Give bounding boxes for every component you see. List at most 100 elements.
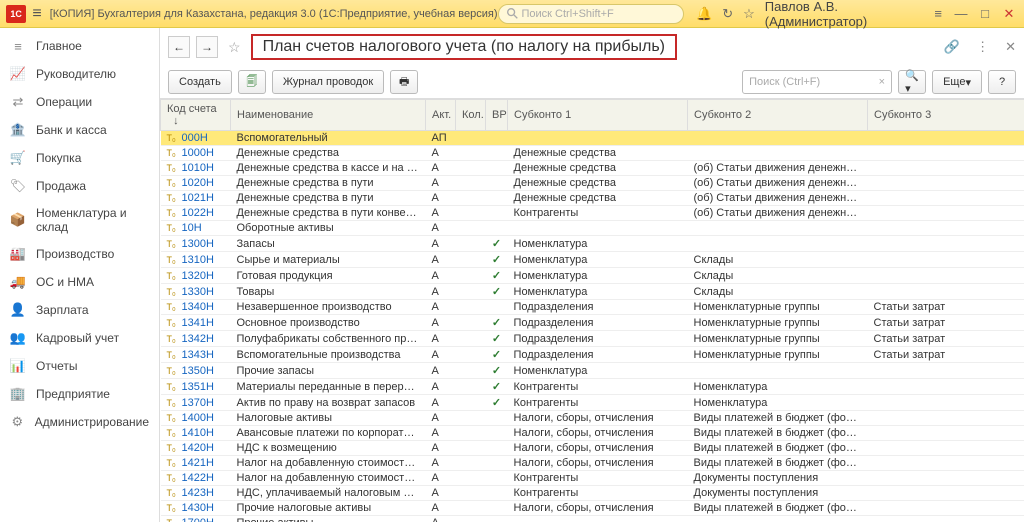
table-row[interactable]: T₀1351Н Материалы переданные в переработ… <box>161 379 1024 395</box>
table-row[interactable]: T₀1000Н Денежные средства А Денежные сре… <box>161 146 1024 161</box>
minimize-button[interactable]: — <box>952 6 970 22</box>
accounts-grid[interactable]: Код счета ↓ Наименование Акт. Кол. ВР Су… <box>160 98 1024 522</box>
sidebar-item-4[interactable]: 🛒Покупка <box>0 144 159 172</box>
account-sub1: Контрагенты <box>508 486 688 501</box>
table-row[interactable]: T₀1340Н Незавершенное производство А Под… <box>161 300 1024 315</box>
table-row[interactable]: T₀1400Н Налоговые активы А Налоги, сборы… <box>161 411 1024 426</box>
maximize-button[interactable]: □ <box>976 6 994 22</box>
header-act[interactable]: Акт. <box>426 100 456 131</box>
create-button[interactable]: Создать <box>168 70 232 94</box>
account-code: 1340Н <box>182 301 214 313</box>
sidebar-item-3[interactable]: 🏦Банк и касса <box>0 116 159 144</box>
table-row[interactable]: T₀1700Н Прочие активы А <box>161 516 1024 522</box>
user-label[interactable]: Павлов А.В. (Администратор) <box>765 0 925 29</box>
print-button[interactable]: 🖶 <box>390 70 418 94</box>
close-button[interactable]: ✕ <box>1000 6 1018 22</box>
clear-icon[interactable]: × <box>879 76 885 88</box>
account-act: А <box>426 395 456 411</box>
sidebar-item-1[interactable]: 📈Руководителю <box>0 60 159 88</box>
header-sub1[interactable]: Субконто 1 <box>508 100 688 131</box>
bell-icon[interactable]: 🔔 <box>696 6 712 22</box>
header-sub3[interactable]: Субконто 3 <box>868 100 1024 131</box>
table-row[interactable]: T₀1343Н Вспомогательные производства А ✓… <box>161 347 1024 363</box>
star-icon[interactable]: ☆ <box>743 6 755 22</box>
table-row[interactable]: T₀000Н Вспомогательный АП <box>161 131 1024 146</box>
sidebar-item-10[interactable]: 👥Кадровый учет <box>0 324 159 352</box>
journal-button[interactable]: Журнал проводок <box>272 70 384 94</box>
table-row[interactable]: T₀1423Н НДС, уплачиваемый налоговым аген… <box>161 486 1024 501</box>
history-icon[interactable]: ↻ <box>722 6 733 22</box>
page-close-icon[interactable]: ✕ <box>1005 39 1016 55</box>
sidebar-label: Банк и касса <box>36 123 107 137</box>
sidebar-item-9[interactable]: 👤Зарплата <box>0 296 159 324</box>
account-vr <box>486 426 508 441</box>
table-row[interactable]: T₀1020Н Денежные средства в пути А Денеж… <box>161 176 1024 191</box>
search-button[interactable]: 🔍 ▾ <box>898 70 926 94</box>
more-button[interactable]: Еще ▾ <box>932 70 982 94</box>
table-row[interactable]: T₀10Н Оборотные активы А <box>161 221 1024 236</box>
header-sub2[interactable]: Субконто 2 <box>688 100 868 131</box>
account-act: А <box>426 441 456 456</box>
grid-search-input[interactable]: Поиск (Ctrl+F) × <box>742 70 892 94</box>
sidebar-icon: 📊 <box>10 358 26 374</box>
account-code: 1341Н <box>182 317 214 329</box>
table-row[interactable]: T₀1410Н Авансовые платежи по корпоративн… <box>161 426 1024 441</box>
table-row[interactable]: T₀1300Н Запасы А ✓ Номенклатура <box>161 236 1024 252</box>
account-vr <box>486 300 508 315</box>
account-vr: ✓ <box>486 284 508 300</box>
account-vr <box>486 411 508 426</box>
table-row[interactable]: T₀1010Н Денежные средства в кассе и на б… <box>161 161 1024 176</box>
account-sub2: Склады <box>688 268 868 284</box>
sidebar-item-0[interactable]: ≡Главное <box>0 32 159 60</box>
header-qty[interactable]: Кол. <box>456 100 486 131</box>
table-row[interactable]: T₀1320Н Готовая продукция А ✓ Номенклату… <box>161 268 1024 284</box>
sidebar-item-13[interactable]: ⚙Администрирование <box>0 408 159 436</box>
account-qty <box>456 516 486 522</box>
page-title: План счетов налогового учета (по налогу … <box>251 34 677 60</box>
table-row[interactable]: T₀1330Н Товары А ✓ Номенклатура Склады <box>161 284 1024 300</box>
burger-icon[interactable]: ≡ <box>32 5 41 23</box>
sidebar-item-12[interactable]: 🏢Предприятие <box>0 380 159 408</box>
table-row[interactable]: T₀1370Н Актив по праву на возврат запасо… <box>161 395 1024 411</box>
account-icon: T₀ <box>167 148 179 158</box>
table-row[interactable]: T₀1022Н Денежные средства в пути конверт… <box>161 206 1024 221</box>
sidebar-label: Зарплата <box>36 303 89 317</box>
account-act: А <box>426 379 456 395</box>
table-row[interactable]: T₀1420Н НДС к возмещению А Налоги, сборы… <box>161 441 1024 456</box>
table-row[interactable]: T₀1342Н Полуфабрикаты собственного произ… <box>161 331 1024 347</box>
header-name[interactable]: Наименование <box>231 100 426 131</box>
page-menu-icon[interactable]: ⋮ <box>976 39 989 55</box>
sidebar-item-2[interactable]: ⇄Операции <box>0 88 159 116</box>
table-row[interactable]: T₀1310Н Сырье и материалы А ✓ Номенклату… <box>161 252 1024 268</box>
table-row[interactable]: T₀1421Н Налог на добавленную стоимость к… <box>161 456 1024 471</box>
header-vr[interactable]: ВР <box>486 100 508 131</box>
table-row[interactable]: T₀1422Н Налог на добавленную стоимость (… <box>161 471 1024 486</box>
account-sub3 <box>868 501 1024 516</box>
help-button[interactable]: ? <box>988 70 1016 94</box>
table-row[interactable]: T₀1021Н Денежные средства в пути А Денеж… <box>161 191 1024 206</box>
table-row[interactable]: T₀1350Н Прочие запасы А ✓ Номенклатура <box>161 363 1024 379</box>
account-sub1: Подразделения <box>508 300 688 315</box>
sidebar-item-6[interactable]: 📦Номенклатура и склад <box>0 200 159 240</box>
copy-button[interactable]: 🗐 <box>238 70 266 94</box>
link-icon[interactable]: 🔗 <box>944 39 960 55</box>
account-sub2: Номенклатурные группы <box>688 300 868 315</box>
account-name: Вспомогательные производства <box>231 347 426 363</box>
account-name: Денежные средства в пути <box>231 176 426 191</box>
header-code[interactable]: Код счета ↓ <box>161 100 231 131</box>
account-vr <box>486 146 508 161</box>
global-search-input[interactable]: Поиск Ctrl+Shift+F <box>498 4 685 24</box>
account-vr: ✓ <box>486 379 508 395</box>
menu-icon[interactable]: ≡ <box>934 6 942 21</box>
sidebar-label: Главное <box>36 39 82 53</box>
sidebar-item-11[interactable]: 📊Отчеты <box>0 352 159 380</box>
sidebar-item-8[interactable]: 🚚ОС и НМА <box>0 268 159 296</box>
table-row[interactable]: T₀1341Н Основное производство А ✓ Подраз… <box>161 315 1024 331</box>
favorite-icon[interactable]: ☆ <box>228 39 241 56</box>
sidebar-item-5[interactable]: 🏷Продажа <box>0 172 159 200</box>
sidebar-item-7[interactable]: 🏭Производство <box>0 240 159 268</box>
nav-forward-button[interactable]: → <box>196 36 218 58</box>
table-row[interactable]: T₀1430Н Прочие налоговые активы А Налоги… <box>161 501 1024 516</box>
account-act: А <box>426 501 456 516</box>
nav-back-button[interactable]: ← <box>168 36 190 58</box>
